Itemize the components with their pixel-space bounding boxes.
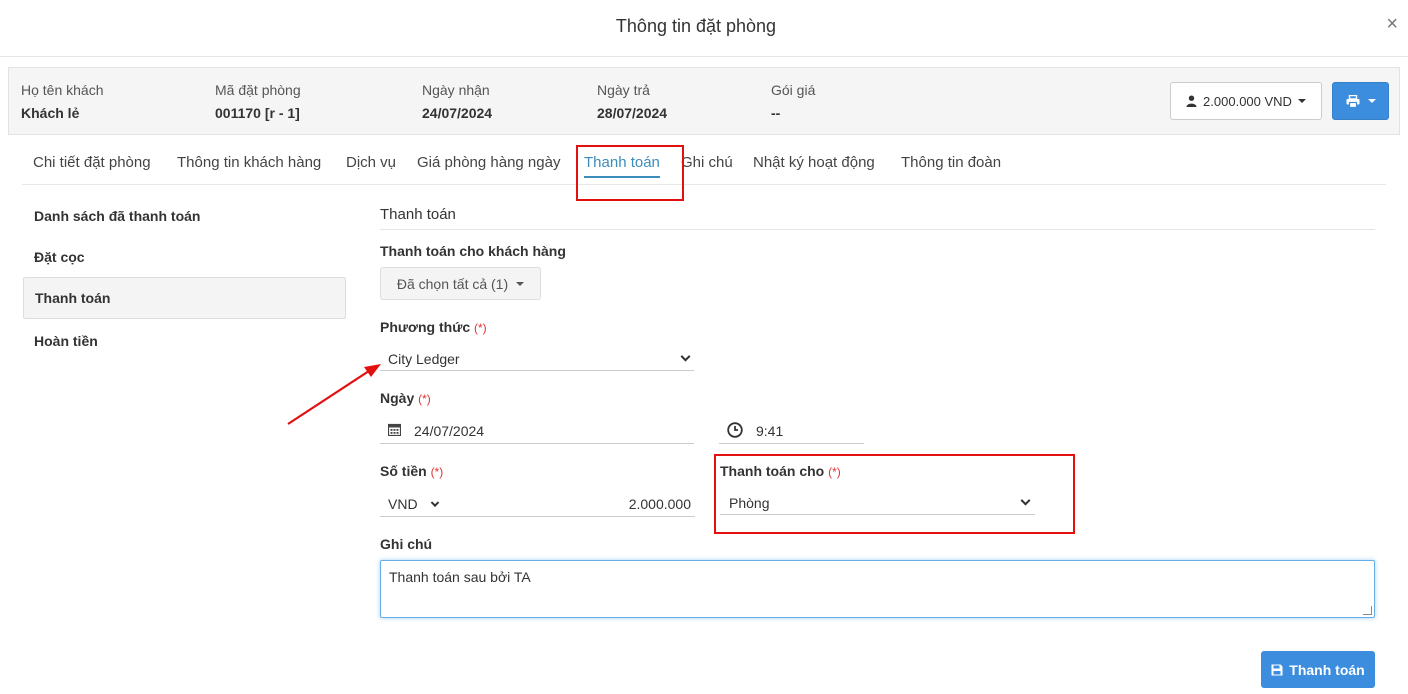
date-input[interactable]: 24/07/2024: [380, 418, 694, 444]
user-icon: [1186, 95, 1197, 107]
submit-payment-button[interactable]: Thanh toán: [1261, 651, 1375, 688]
date-field-label: Ngày (*): [380, 390, 431, 406]
caret-down-icon: [1367, 99, 1376, 103]
note-textarea-value: Thanh toán sau bởi TA: [389, 569, 531, 585]
time-input-value: 9:41: [756, 423, 784, 439]
total-amount-dropdown[interactable]: 2.000.000 VND: [1170, 82, 1322, 120]
checkout-value: 28/07/2024: [597, 105, 668, 121]
amount-field: VND 2.000.000: [380, 491, 695, 517]
note-textarea[interactable]: Thanh toán sau bởi TA: [380, 560, 1375, 618]
caret-down-icon: [1297, 99, 1306, 103]
section-title: Thanh toán: [380, 206, 456, 223]
tab-activity-log[interactable]: Nhật ký hoạt động: [753, 154, 875, 171]
guest-name-value: Khách lẻ: [21, 105, 80, 121]
required-mark: (*): [430, 465, 444, 479]
guest-name-block: Họ tên khách Khách lẻ: [21, 82, 104, 121]
pay-for-select-value: Phòng: [729, 495, 770, 511]
pay-for-label-text: Thanh toán cho: [720, 463, 825, 479]
section-divider: [380, 229, 1375, 230]
rate-plan-label: Gói giá: [771, 82, 816, 98]
method-select-value: City Ledger: [388, 351, 460, 367]
submit-payment-label: Thanh toán: [1289, 661, 1365, 678]
customer-select-dropdown[interactable]: Đã chọn tất cả (1): [380, 267, 541, 300]
booking-tabs: Chi tiết đặt phòng Thông tin khách hàng …: [22, 140, 1386, 185]
checkin-label: Ngày nhận: [422, 82, 490, 98]
close-icon[interactable]: ×: [1386, 14, 1398, 34]
caret-down-icon: [516, 281, 525, 286]
modal-title: Thông tin đặt phòng: [615, 16, 777, 36]
rate-plan-value: --: [771, 105, 781, 121]
save-icon: [1271, 664, 1283, 675]
note-field-label: Ghi chú: [380, 536, 433, 552]
print-dropdown-button[interactable]: [1332, 82, 1389, 120]
chevron-down-icon: [680, 351, 691, 362]
customer-field-label: Thanh toán cho khách hàng: [380, 243, 566, 259]
required-mark: (*): [828, 465, 841, 479]
amount-input[interactable]: 2.000.000: [629, 491, 691, 517]
rate-plan-block: Gói giá --: [771, 82, 815, 121]
booking-code-label: Mã đặt phòng: [215, 82, 301, 98]
sidebar-item-refund[interactable]: Hoàn tiền: [23, 320, 346, 362]
tab-booking-details[interactable]: Chi tiết đặt phòng: [33, 154, 151, 171]
sidebar-item-deposit[interactable]: Đặt cọc: [23, 236, 346, 278]
method-select[interactable]: City Ledger: [380, 346, 694, 371]
amount-label-text: Số tiền: [380, 463, 427, 479]
sidebar-item-paid-list[interactable]: Danh sách đã thanh toán: [23, 195, 346, 237]
tab-payment[interactable]: Thanh toán: [584, 154, 660, 178]
date-input-value: 24/07/2024: [414, 423, 485, 439]
checkout-label: Ngày trả: [597, 82, 650, 98]
required-mark: (*): [418, 392, 431, 406]
tab-notes[interactable]: Ghi chú: [681, 154, 733, 171]
booking-info-bar: Họ tên khách Khách lẻ Mã đặt phòng 00117…: [8, 67, 1400, 135]
booking-code-value: 001170 [r - 1]: [215, 105, 300, 121]
currency-select[interactable]: VND: [380, 491, 446, 516]
guest-name-label: Họ tên khách: [21, 82, 104, 98]
calendar-icon: [388, 423, 401, 436]
sidebar-item-payment[interactable]: Thanh toán: [23, 277, 346, 319]
required-mark: (*): [474, 321, 487, 335]
chevron-down-icon: [1020, 495, 1031, 506]
tab-group-info[interactable]: Thông tin đoàn: [901, 154, 1001, 171]
resize-handle-icon[interactable]: [1363, 606, 1372, 615]
chevron-down-icon: [430, 498, 440, 507]
checkout-block: Ngày trả 28/07/2024: [597, 82, 667, 121]
tab-daily-rates[interactable]: Giá phòng hàng ngày: [417, 154, 560, 171]
time-input[interactable]: 9:41: [719, 418, 864, 444]
modal-header: Thông tin đặt phòng ×: [0, 0, 1408, 57]
date-label-text: Ngày: [380, 390, 415, 406]
method-field-label: Phương thức (*): [380, 319, 487, 335]
pay-for-field-label: Thanh toán cho (*): [720, 463, 841, 479]
print-icon: [1346, 94, 1359, 108]
customer-select-value: Đã chọn tất cả (1): [396, 275, 509, 292]
booking-code-block: Mã đặt phòng 001170 [r - 1]: [215, 82, 301, 121]
tab-services[interactable]: Dịch vụ: [346, 154, 396, 171]
tab-customer-info[interactable]: Thông tin khách hàng: [177, 154, 321, 171]
amount-field-label: Số tiền (*): [380, 463, 443, 479]
method-label-text: Phương thức: [380, 319, 471, 335]
pay-for-select[interactable]: Phòng: [720, 490, 1035, 515]
checkin-block: Ngày nhận 24/07/2024: [422, 82, 492, 121]
annotation-arrow-icon: [287, 364, 381, 425]
total-amount-label: 2.000.000 VND: [1203, 93, 1292, 109]
checkin-value: 24/07/2024: [422, 105, 493, 121]
currency-select-value: VND: [388, 496, 418, 512]
clock-icon: [727, 422, 743, 438]
